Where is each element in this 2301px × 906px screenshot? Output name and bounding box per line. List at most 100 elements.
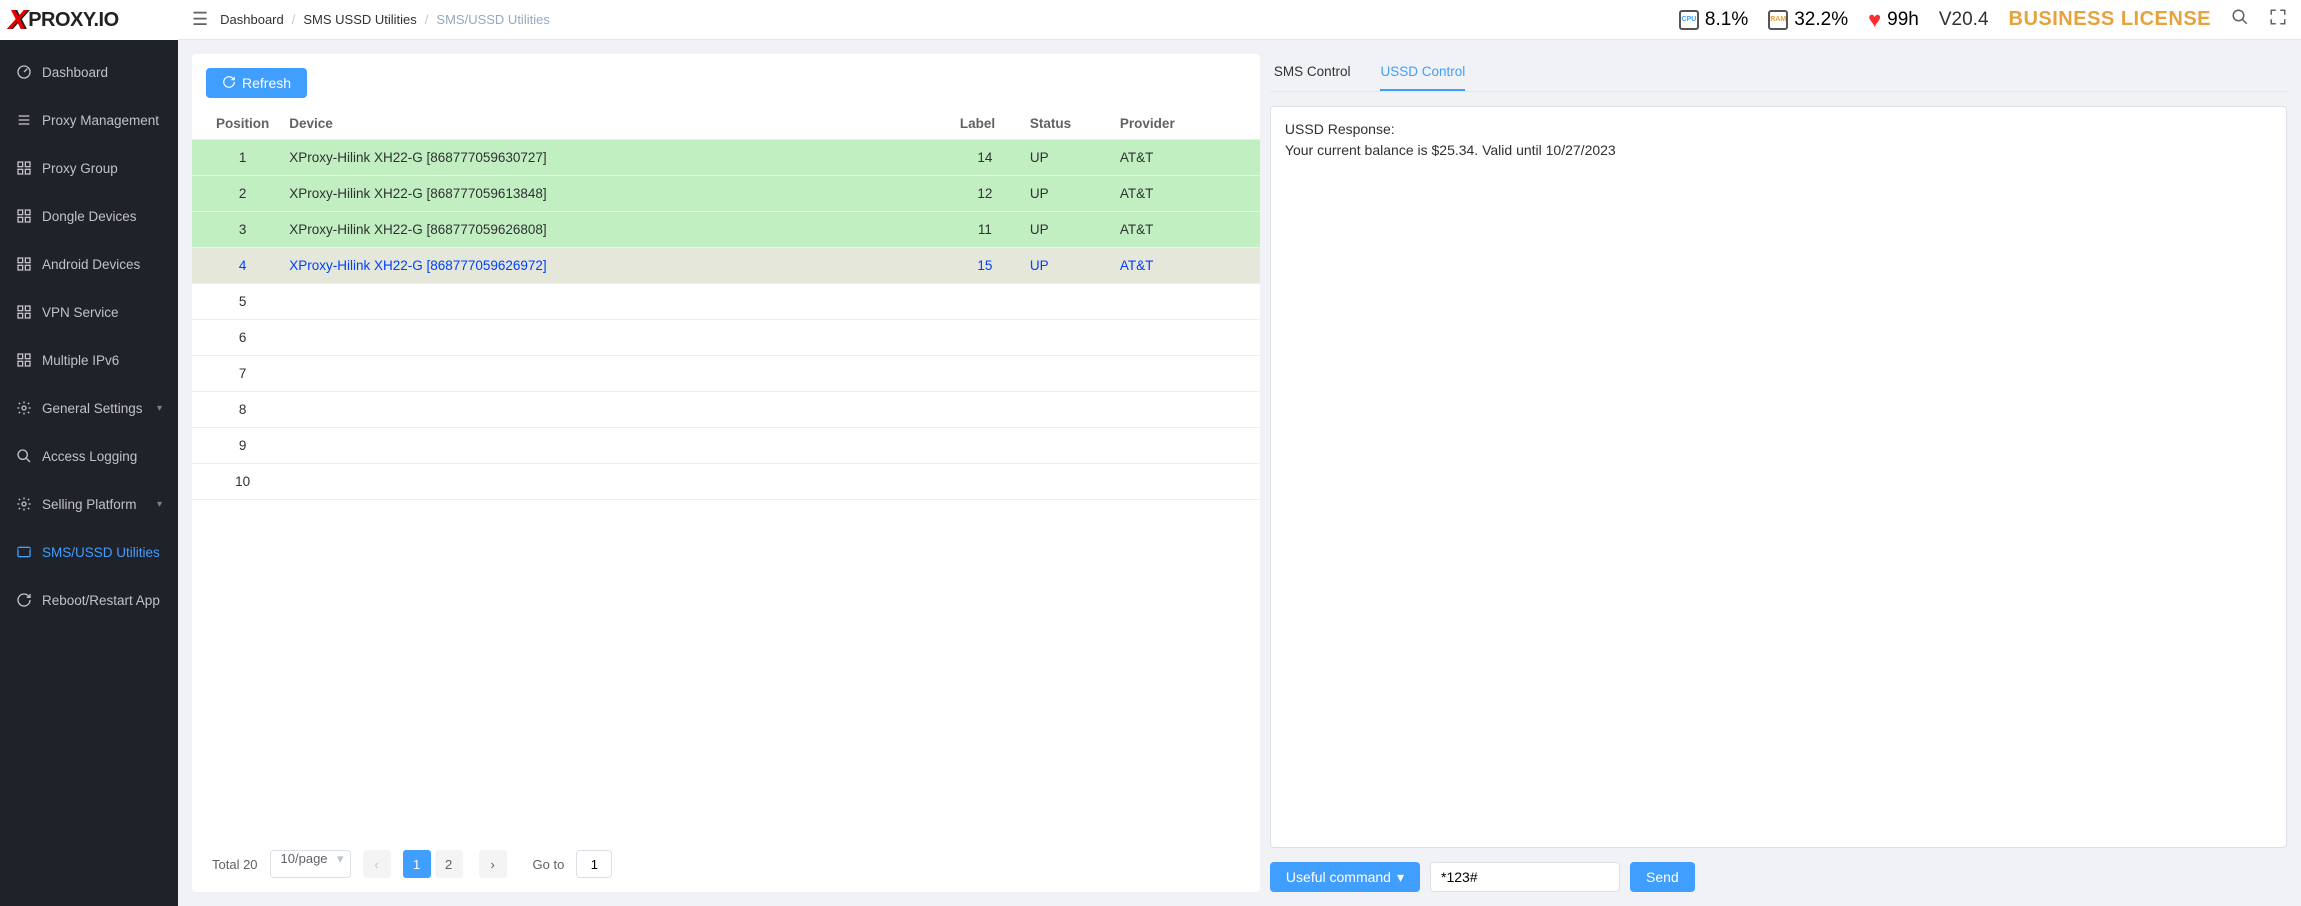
nav: DashboardProxy Management Proxy Group Dong… xyxy=(0,40,178,906)
cell-device: XProxy-Hilink XH22-G [868777059626808] xyxy=(279,212,950,248)
useful-command-dropdown[interactable]: Useful command ▾ xyxy=(1270,862,1420,892)
cell-device xyxy=(279,428,950,464)
sidebar-item-access-logging[interactable]: Access Logging xyxy=(0,432,178,480)
health-value: 99h xyxy=(1887,9,1919,31)
sidebar-item-vpn-service[interactable]: VPN Service xyxy=(0,288,178,336)
main: ☰ Dashboard / SMS USSD Utilities / SMS/U… xyxy=(178,0,2301,906)
sidebar: X PROXY.IO DashboardProxy Management Prox… xyxy=(0,0,178,906)
sidebar-item-android-devices[interactable]: Android Devices xyxy=(0,240,178,288)
prev-page-button[interactable]: ‹ xyxy=(363,850,391,878)
page-button-2[interactable]: 2 xyxy=(435,850,463,878)
sidebar-item-multiple-ipv6[interactable]: Multiple IPv6 xyxy=(0,336,178,384)
list-icon xyxy=(16,112,32,128)
logo-text: PROXY.IO xyxy=(28,9,118,32)
cell-status xyxy=(1020,320,1110,356)
device-table: Position Device Label Status Provider 1X… xyxy=(192,108,1260,500)
table-row[interactable]: 5 xyxy=(192,284,1260,320)
search-icon[interactable] xyxy=(2231,8,2249,31)
mail-icon xyxy=(16,544,32,560)
hamburger-icon[interactable]: ☰ xyxy=(192,9,208,30)
cell-device: XProxy-Hilink XH22-G [868777059613848] xyxy=(279,176,950,212)
license-label: BUSINESS LICENSE xyxy=(2009,8,2211,31)
sidebar-item-label: Dongle Devices xyxy=(42,209,137,224)
cell-device: XProxy-Hilink XH22-G [868777059630727] xyxy=(279,140,950,176)
cell-provider xyxy=(1110,320,1260,356)
cell-provider: AT&T xyxy=(1110,176,1260,212)
cell-position: 6 xyxy=(192,320,279,356)
topbar: ☰ Dashboard / SMS USSD Utilities / SMS/U… xyxy=(178,0,2301,40)
pagination: Total 20 10/page ‹ 12 › Go to xyxy=(192,836,1260,878)
table-row[interactable]: 4XProxy-Hilink XH22-G [868777059626972]1… xyxy=(192,248,1260,284)
cell-position: 3 xyxy=(192,212,279,248)
device-panel: Refresh Position Device Label Status Pro… xyxy=(192,54,1260,892)
table-row[interactable]: 9 xyxy=(192,428,1260,464)
search-icon xyxy=(16,448,32,464)
cell-status: UP xyxy=(1020,248,1110,284)
th-provider[interactable]: Provider xyxy=(1110,108,1260,140)
table-row[interactable]: 3XProxy-Hilink XH22-G [868777059626808]1… xyxy=(192,212,1260,248)
grid-icon xyxy=(16,160,32,176)
refresh-button[interactable]: Refresh xyxy=(206,68,307,98)
cell-status xyxy=(1020,392,1110,428)
sidebar-item-label: Reboot/Restart App xyxy=(42,593,160,608)
th-device[interactable]: Device xyxy=(279,108,950,140)
sidebar-item-proxy-group[interactable]: Proxy Group xyxy=(0,144,178,192)
sidebar-item-label: Selling Platform xyxy=(42,497,137,512)
breadcrumb-sep: / xyxy=(425,12,429,27)
cell-provider xyxy=(1110,356,1260,392)
cell-provider xyxy=(1110,392,1260,428)
table-row[interactable]: 6 xyxy=(192,320,1260,356)
tab-sms-control[interactable]: SMS Control xyxy=(1274,54,1351,91)
logo[interactable]: X PROXY.IO xyxy=(0,0,178,40)
th-position[interactable]: Position xyxy=(192,108,279,140)
cell-status xyxy=(1020,428,1110,464)
send-label: Send xyxy=(1646,869,1679,885)
goto-label: Go to xyxy=(533,857,565,872)
grid-icon xyxy=(16,256,32,272)
table-row[interactable]: 8 xyxy=(192,392,1260,428)
gear-icon xyxy=(16,496,32,512)
cell-position: 2 xyxy=(192,176,279,212)
per-page-select[interactable]: 10/page xyxy=(270,850,351,878)
sidebar-item-selling-platform[interactable]: Selling Platform▾ xyxy=(0,480,178,528)
page-button-1[interactable]: 1 xyxy=(403,850,431,878)
refresh-label: Refresh xyxy=(242,75,291,91)
breadcrumb-root[interactable]: Dashboard xyxy=(220,12,284,27)
cell-provider xyxy=(1110,464,1260,500)
goto-input[interactable] xyxy=(576,850,612,878)
chevron-down-icon: ▾ xyxy=(1397,869,1404,886)
send-button[interactable]: Send xyxy=(1630,862,1695,892)
cell-label xyxy=(950,284,1020,320)
table-row[interactable]: 1XProxy-Hilink XH22-G [868777059630727]1… xyxy=(192,140,1260,176)
cpu-stat: CPU 8.1% xyxy=(1679,9,1748,31)
breadcrumb-sep: / xyxy=(292,12,296,27)
cell-label xyxy=(950,464,1020,500)
next-page-button[interactable]: › xyxy=(479,850,507,878)
cell-status: UP xyxy=(1020,140,1110,176)
breadcrumb-mid[interactable]: SMS USSD Utilities xyxy=(303,12,416,27)
sidebar-item-general-settings[interactable]: General Settings▾ xyxy=(0,384,178,432)
grid-icon xyxy=(16,352,32,368)
tab-ussd-control[interactable]: USSD Control xyxy=(1380,54,1465,91)
cell-label xyxy=(950,392,1020,428)
logo-x-icon: X xyxy=(8,4,26,36)
sidebar-item-label: Proxy Group xyxy=(42,161,118,176)
table-row[interactable]: 2XProxy-Hilink XH22-G [868777059613848]1… xyxy=(192,176,1260,212)
cell-provider: AT&T xyxy=(1110,248,1260,284)
ussd-input[interactable] xyxy=(1430,862,1620,892)
cell-device xyxy=(279,464,950,500)
cell-device xyxy=(279,392,950,428)
th-label[interactable]: Label xyxy=(950,108,1020,140)
fullscreen-icon[interactable] xyxy=(2269,8,2287,31)
grid-icon xyxy=(16,304,32,320)
sidebar-item-sms-ussd-utilities[interactable]: SMS/USSD Utilities xyxy=(0,528,178,576)
sidebar-item-dashboard[interactable]: Dashboard xyxy=(0,48,178,96)
table-row[interactable]: 10 xyxy=(192,464,1260,500)
sidebar-item-proxy-management[interactable]: Proxy Management xyxy=(0,96,178,144)
table-row[interactable]: 7 xyxy=(192,356,1260,392)
sidebar-item-dongle-devices[interactable]: Dongle Devices xyxy=(0,192,178,240)
sidebar-item-reboot-restart-app[interactable]: Reboot/Restart App xyxy=(0,576,178,624)
th-status[interactable]: Status xyxy=(1020,108,1110,140)
cell-status xyxy=(1020,284,1110,320)
version: V20.4 xyxy=(1939,9,1989,31)
